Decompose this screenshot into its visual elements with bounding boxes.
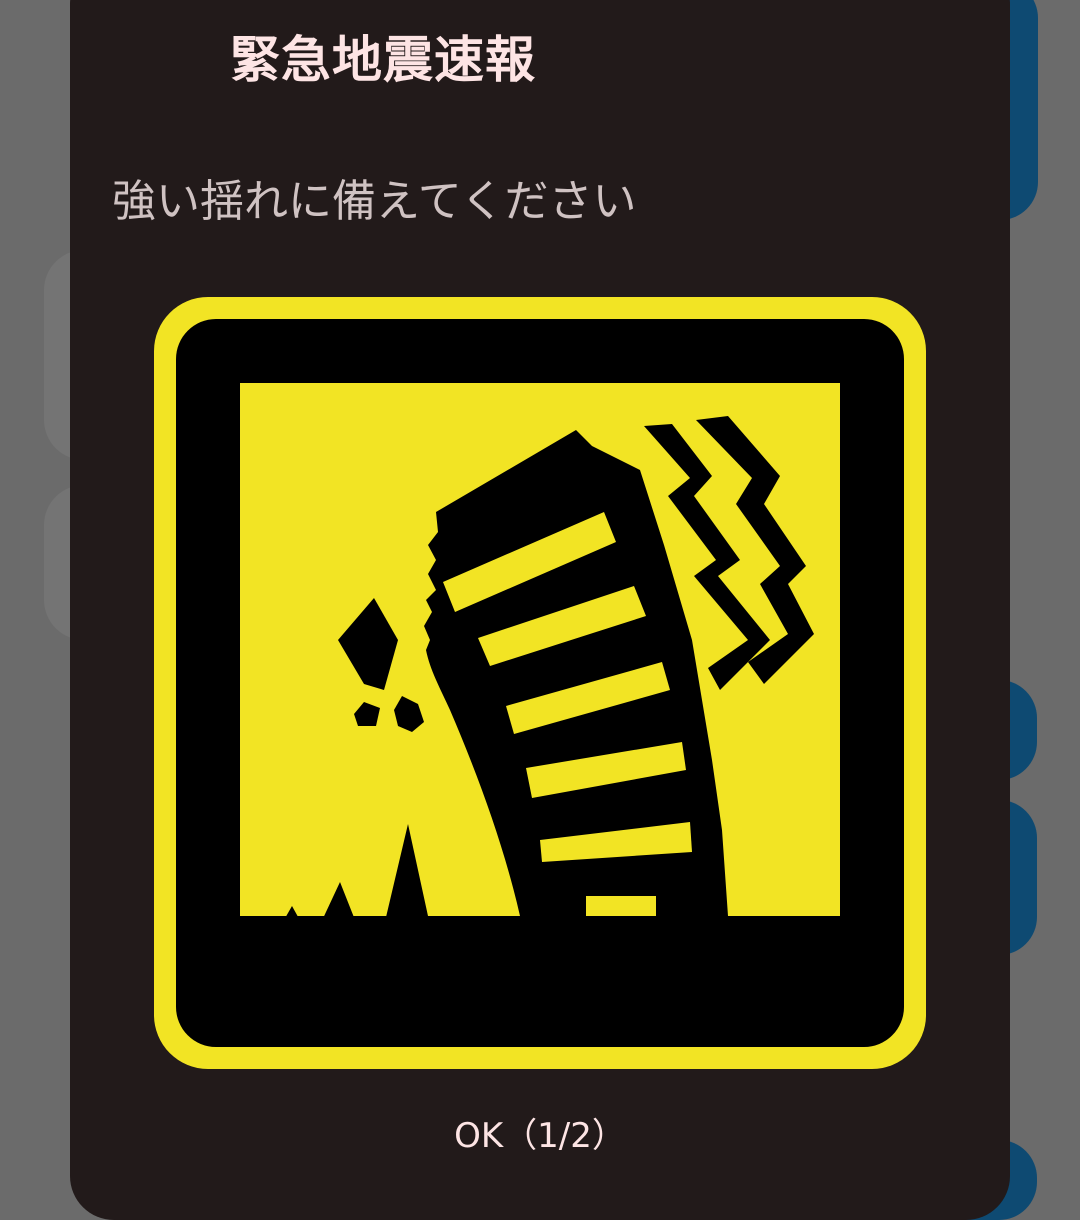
earthquake-collapsing-building-icon [154, 297, 926, 1069]
dialog-message: 強い揺れに備えてください [112, 176, 637, 227]
dialog-title: 緊急地震速報 [230, 31, 536, 89]
ok-button[interactable]: OK（1/2） [440, 1100, 640, 1164]
building-window-stripe [586, 896, 656, 916]
